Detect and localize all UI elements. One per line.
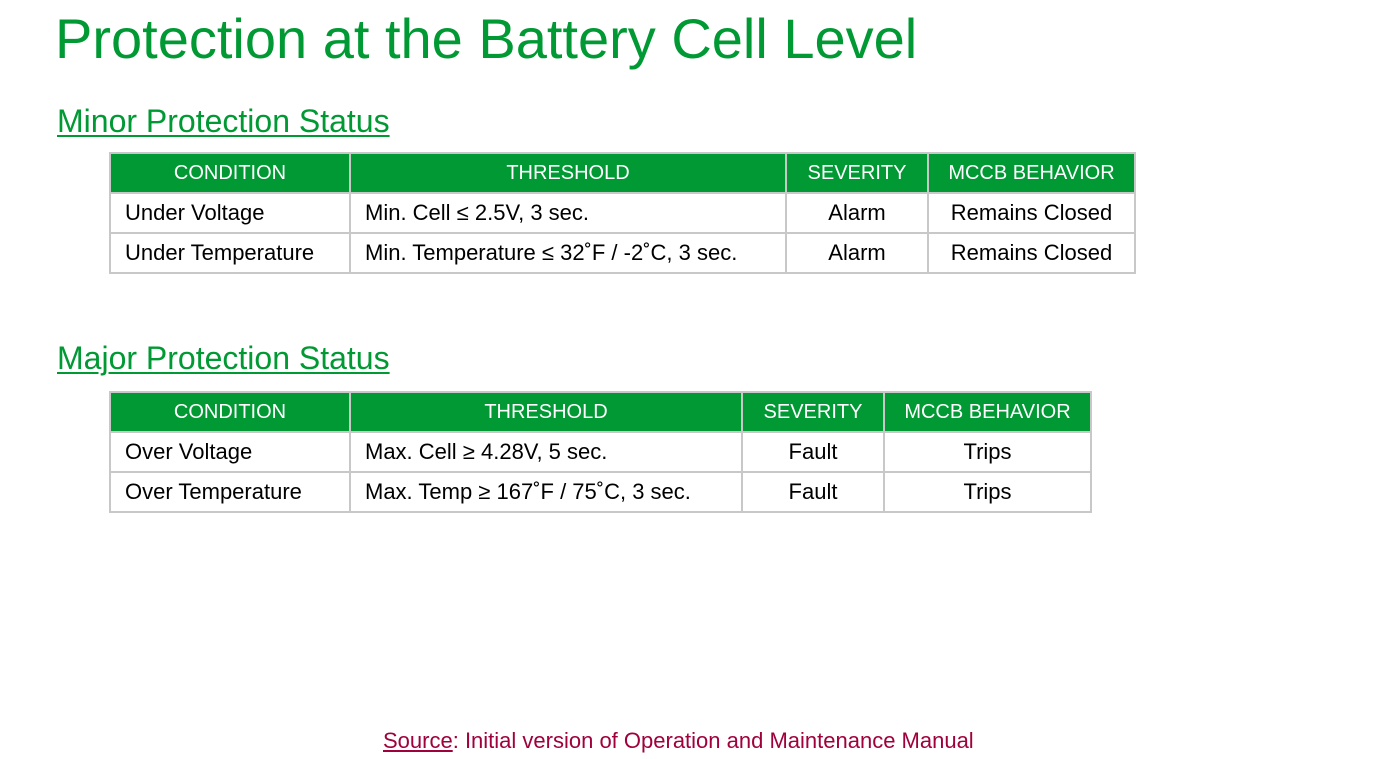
major-protection-heading: Major Protection Status (57, 340, 390, 376)
mccb-behavior-cell: Trips (883, 431, 1092, 473)
mccb-behavior-cell: Trips (883, 471, 1092, 513)
threshold-cell: Max. Temp ≥ 167˚F / 75˚C, 3 sec. (349, 471, 743, 513)
condition-cell: Over Temperature (109, 471, 351, 513)
minor-protection-heading: Minor Protection Status (57, 103, 390, 139)
table-row: Under Temperature Min. Temperature ≤ 32˚… (109, 232, 1136, 274)
table-row: Over Temperature Max. Temp ≥ 167˚F / 75˚… (109, 471, 1092, 513)
page-title: Protection at the Battery Cell Level (55, 7, 918, 70)
minor-protection-table: CONDITION THRESHOLD SEVERITY MCCB BEHAVI… (109, 152, 1136, 274)
column-header-mccb-behavior: MCCB BEHAVIOR (883, 391, 1092, 433)
column-header-condition: CONDITION (109, 152, 351, 194)
mccb-behavior-cell: Remains Closed (927, 232, 1136, 274)
source-label: Source (383, 728, 453, 753)
condition-cell: Under Voltage (109, 192, 351, 234)
major-protection-table: CONDITION THRESHOLD SEVERITY MCCB BEHAVI… (109, 391, 1092, 513)
source-text: : Initial version of Operation and Maint… (452, 728, 974, 753)
severity-cell: Alarm (785, 232, 929, 274)
threshold-cell: Min. Temperature ≤ 32˚F / -2˚C, 3 sec. (349, 232, 787, 274)
table-row: Under Voltage Min. Cell ≤ 2.5V, 3 sec. A… (109, 192, 1136, 234)
condition-cell: Under Temperature (109, 232, 351, 274)
column-header-threshold: THRESHOLD (349, 391, 743, 433)
severity-cell: Fault (741, 471, 885, 513)
threshold-cell: Min. Cell ≤ 2.5V, 3 sec. (349, 192, 787, 234)
column-header-threshold: THRESHOLD (349, 152, 787, 194)
column-header-condition: CONDITION (109, 391, 351, 433)
threshold-cell: Max. Cell ≥ 4.28V, 5 sec. (349, 431, 743, 473)
condition-cell: Over Voltage (109, 431, 351, 473)
column-header-severity: SEVERITY (741, 391, 885, 433)
source-note: Source: Initial version of Operation and… (383, 727, 974, 755)
table-header-row: CONDITION THRESHOLD SEVERITY MCCB BEHAVI… (109, 152, 1136, 194)
column-header-mccb-behavior: MCCB BEHAVIOR (927, 152, 1136, 194)
column-header-severity: SEVERITY (785, 152, 929, 194)
table-header-row: CONDITION THRESHOLD SEVERITY MCCB BEHAVI… (109, 391, 1092, 433)
severity-cell: Alarm (785, 192, 929, 234)
severity-cell: Fault (741, 431, 885, 473)
table-row: Over Voltage Max. Cell ≥ 4.28V, 5 sec. F… (109, 431, 1092, 473)
mccb-behavior-cell: Remains Closed (927, 192, 1136, 234)
